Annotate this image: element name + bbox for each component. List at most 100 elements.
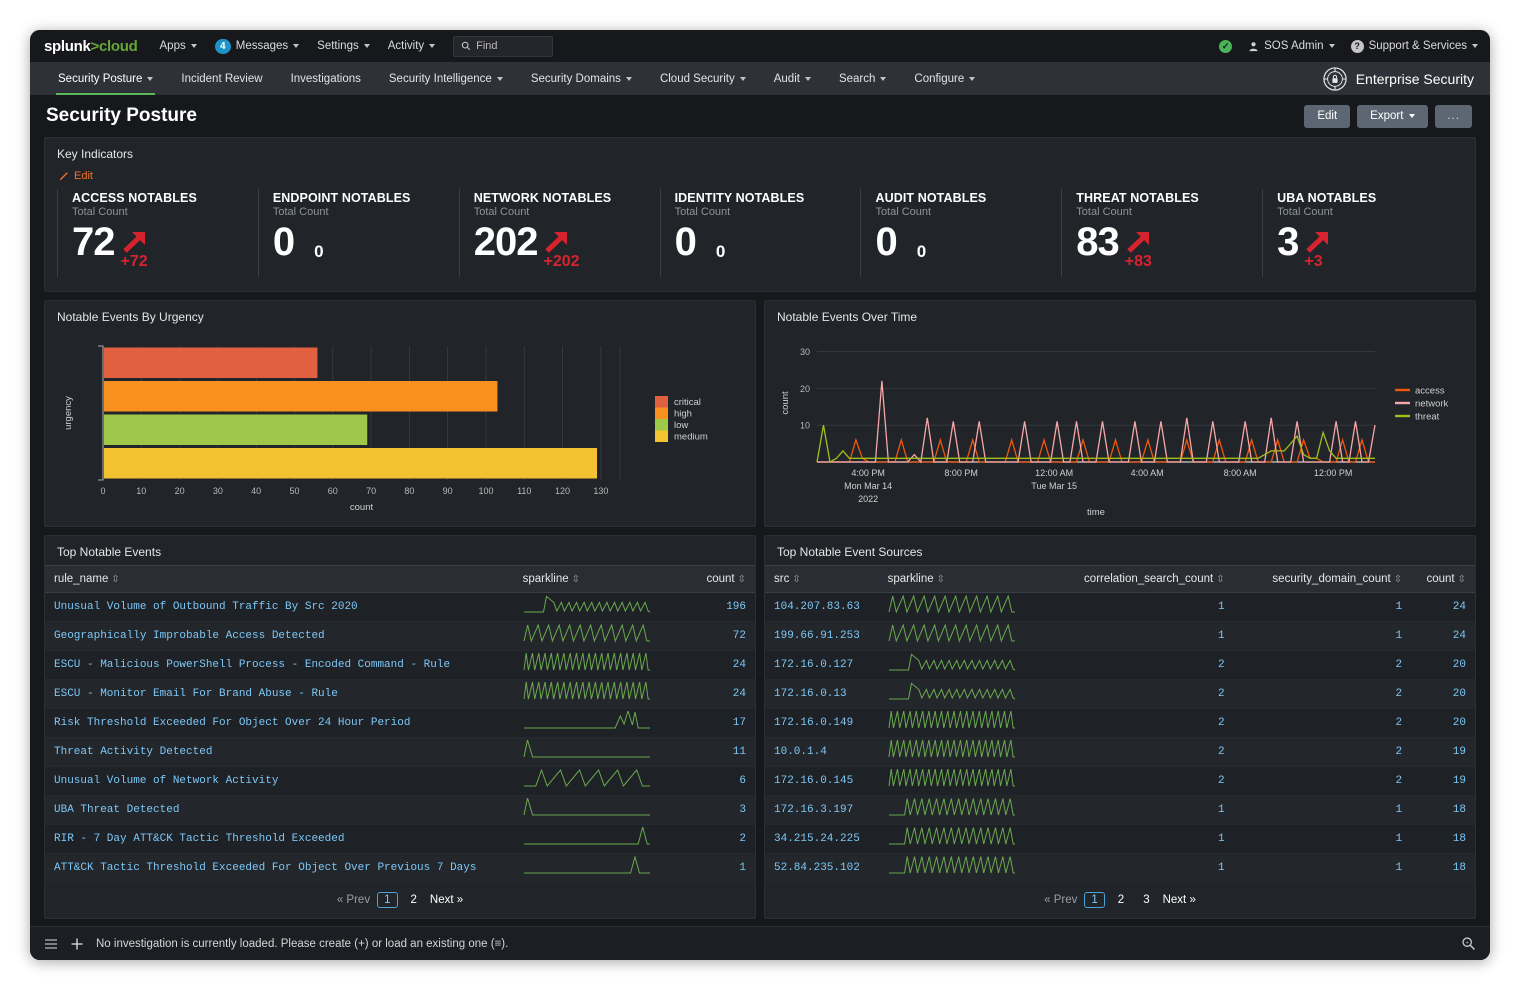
column-header-correlation-search-count[interactable]: correlation_search_count ⇳ — [1041, 565, 1234, 593]
cell-rule-name[interactable]: ESCU - Malicious PowerShell Process - En… — [45, 650, 514, 680]
column-header-count[interactable]: count ⇳ — [1411, 565, 1475, 593]
cell-rule-name[interactable]: Unusual Volume of Network Activity — [45, 766, 514, 796]
topnav-apps[interactable]: Apps — [160, 40, 197, 52]
export-button[interactable]: Export — [1357, 104, 1429, 128]
topnav-settings[interactable]: Settings — [317, 40, 370, 52]
table-row[interactable]: 172.16.0.127 2 2 20 — [765, 650, 1475, 680]
cell-correlation-search-count: 1 — [1041, 853, 1234, 883]
nav-cloud-security[interactable]: Cloud Security — [646, 62, 760, 95]
magnifier-icon[interactable]: + — [1461, 936, 1476, 951]
key-indicator-threat-notables[interactable]: THREAT NOTABLES Total Count 83 +83 — [1061, 189, 1262, 277]
table-row[interactable]: 172.16.3.197 1 1 18 — [765, 795, 1475, 825]
key-indicators-edit-link[interactable]: Edit — [45, 167, 1475, 189]
table-row[interactable]: Threat Activity Detected 11 — [45, 737, 755, 767]
pager-page-1[interactable]: 1 — [377, 892, 398, 908]
table-row[interactable]: ESCU - Malicious PowerShell Process - En… — [45, 650, 755, 680]
table-row[interactable]: ESCU - Monitor Email For Brand Abuse - R… — [45, 679, 755, 709]
pager-page-2[interactable]: 2 — [1112, 893, 1130, 907]
column-header-sparkline[interactable]: sparkline ⇳ — [513, 565, 684, 593]
key-indicator-uba-notables[interactable]: UBA NOTABLES Total Count 3 +3 — [1262, 189, 1463, 277]
splunk-cloud-logo[interactable]: splunk>cloud — [44, 38, 138, 55]
column-header-src[interactable]: src ⇳ — [765, 565, 879, 593]
cell-rule-name[interactable]: ESCU - Monitor Email For Brand Abuse - R… — [45, 679, 514, 709]
pager-page-1[interactable]: 1 — [1084, 892, 1105, 908]
cell-rule-name[interactable]: Unusual Volume of Outbound Traffic By Sr… — [45, 592, 514, 622]
cell-rule-name[interactable]: ATT&CK Tactic Threshold Exceeded For Obj… — [45, 853, 514, 883]
key-indicator-audit-notables[interactable]: AUDIT NOTABLES Total Count 0 0 — [860, 189, 1061, 277]
cell-src[interactable]: 172.16.0.149 — [765, 708, 879, 738]
cell-rule-name[interactable]: UBA Threat Detected — [45, 795, 514, 825]
nav-search[interactable]: Search — [825, 62, 900, 95]
bar-chart-area[interactable]: 0 10 20 30 40 50 60 70 80 90 100 110 120 130 count urge… — [45, 330, 755, 526]
check-circle-icon[interactable]: ✓ — [1219, 39, 1233, 53]
cell-src[interactable]: 10.0.1.4 — [765, 737, 879, 767]
cell-src[interactable]: 104.207.83.63 — [765, 592, 879, 622]
key-indicator-access-notables[interactable]: ACCESS NOTABLES Total Count 72 +72 — [57, 189, 258, 277]
table-row[interactable]: Unusual Volume of Network Activity 6 — [45, 766, 755, 796]
table-row[interactable]: ATT&CK Tactic Threshold Exceeded For Obj… — [45, 853, 755, 883]
nav-incident-review[interactable]: Incident Review — [167, 62, 276, 95]
column-header-security-domain-count[interactable]: security_domain_count ⇳ — [1233, 565, 1412, 593]
cell-src[interactable]: 199.66.91.253 — [765, 621, 879, 651]
table-row[interactable]: Unusual Volume of Outbound Traffic By Sr… — [45, 592, 755, 622]
key-indicators-panel: Key Indicators Edit ACCESS NOTABLES Tota… — [44, 137, 1476, 292]
cell-rule-name[interactable]: RIR - 7 Day ATT&CK Tactic Threshold Exce… — [45, 824, 514, 854]
table-row[interactable]: 172.16.0.145 2 2 19 — [765, 766, 1475, 796]
cell-src[interactable]: 34.215.24.225 — [765, 824, 879, 854]
table-row[interactable]: Risk Threshold Exceeded For Object Over … — [45, 708, 755, 738]
table-row[interactable]: 10.0.1.4 2 2 19 — [765, 737, 1475, 767]
table-row[interactable]: Geographically Improbable Access Detecte… — [45, 621, 755, 651]
cell-rule-name[interactable]: Geographically Improbable Access Detecte… — [45, 621, 514, 651]
cell-src[interactable]: 172.16.0.13 — [765, 679, 879, 709]
logo-splunk-text: splunk — [44, 37, 91, 55]
table-row[interactable]: 172.16.0.13 2 2 20 — [765, 679, 1475, 709]
nav-security-posture[interactable]: Security Posture — [44, 62, 167, 95]
edit-button[interactable]: Edit — [1304, 104, 1351, 128]
nav-investigations[interactable]: Investigations — [277, 62, 375, 95]
cell-src[interactable]: 172.16.0.127 — [765, 650, 879, 680]
nav-configure[interactable]: Configure — [900, 62, 989, 95]
cell-rule-name[interactable]: Risk Threshold Exceeded For Object Over … — [45, 708, 514, 738]
table-row[interactable]: 52.84.235.102 1 1 18 — [765, 853, 1475, 883]
table-row[interactable]: 172.16.0.149 2 2 20 — [765, 708, 1475, 738]
pager-page-2[interactable]: 2 — [405, 893, 423, 907]
table-row[interactable]: 199.66.91.253 1 1 24 — [765, 621, 1475, 651]
key-indicator-identity-notables[interactable]: IDENTITY NOTABLES Total Count 0 0 — [659, 189, 861, 277]
cell-src[interactable]: 172.16.3.197 — [765, 795, 879, 825]
topnav-activity[interactable]: Activity — [388, 40, 436, 52]
plus-icon[interactable] — [70, 937, 84, 951]
table-row[interactable]: RIR - 7 Day ATT&CK Tactic Threshold Exce… — [45, 824, 755, 854]
list-icon[interactable] — [44, 938, 58, 950]
pager-page-3[interactable]: 3 — [1137, 893, 1155, 907]
table-row[interactable]: UBA Threat Detected 3 — [45, 795, 755, 825]
nav-security-domains[interactable]: Security Domains — [517, 62, 646, 95]
cell-rule-name[interactable]: Threat Activity Detected — [45, 737, 514, 767]
column-header-count[interactable]: count ⇳ — [683, 565, 755, 593]
column-label: src — [774, 573, 790, 585]
cell-src[interactable]: 172.16.0.145 — [765, 766, 879, 796]
topnav-user-menu[interactable]: SOS Admin — [1248, 40, 1335, 52]
pager-next[interactable]: Next » — [1163, 894, 1196, 906]
key-indicator-network-notables[interactable]: NETWORK NOTABLES Total Count 202 +202 — [458, 189, 660, 277]
table-row[interactable]: 34.215.24.225 1 1 18 — [765, 824, 1475, 854]
cell-src[interactable]: 52.84.235.102 — [765, 853, 879, 883]
find-search-box[interactable]: Find — [453, 35, 554, 57]
topnav-support-services[interactable]: ? Support & Services — [1350, 39, 1478, 53]
top-notable-events-title: Top Notable Events — [57, 545, 162, 559]
nav-audit[interactable]: Audit — [760, 62, 825, 95]
cell-sparkline — [513, 766, 684, 796]
nav-security-intelligence[interactable]: Security Intelligence — [375, 62, 517, 95]
more-options-button[interactable]: ... — [1435, 104, 1472, 128]
ki-trend-group: +202 — [543, 229, 580, 271]
ki-value: 0 — [674, 220, 697, 264]
ki-label: UBA NOTABLES — [1277, 191, 1377, 205]
pager-next[interactable]: Next » — [430, 894, 463, 906]
pager-prev[interactable]: « Prev — [1044, 894, 1077, 906]
column-header-rule-name[interactable]: rule_name ⇳ — [45, 565, 514, 593]
line-chart-area[interactable]: 10 20 30 4:00 PM Mon Mar 14 8:00 PM 12:00 AM Tu… — [765, 330, 1475, 526]
table-row[interactable]: 104.207.83.63 1 1 24 — [765, 592, 1475, 622]
topnav-messages[interactable]: 4 Messages — [214, 38, 300, 54]
pager-prev[interactable]: « Prev — [337, 894, 370, 906]
column-header-sparkline[interactable]: sparkline ⇳ — [878, 565, 1042, 593]
key-indicator-endpoint-notables[interactable]: ENDPOINT NOTABLES Total Count 0 0 — [257, 189, 459, 277]
